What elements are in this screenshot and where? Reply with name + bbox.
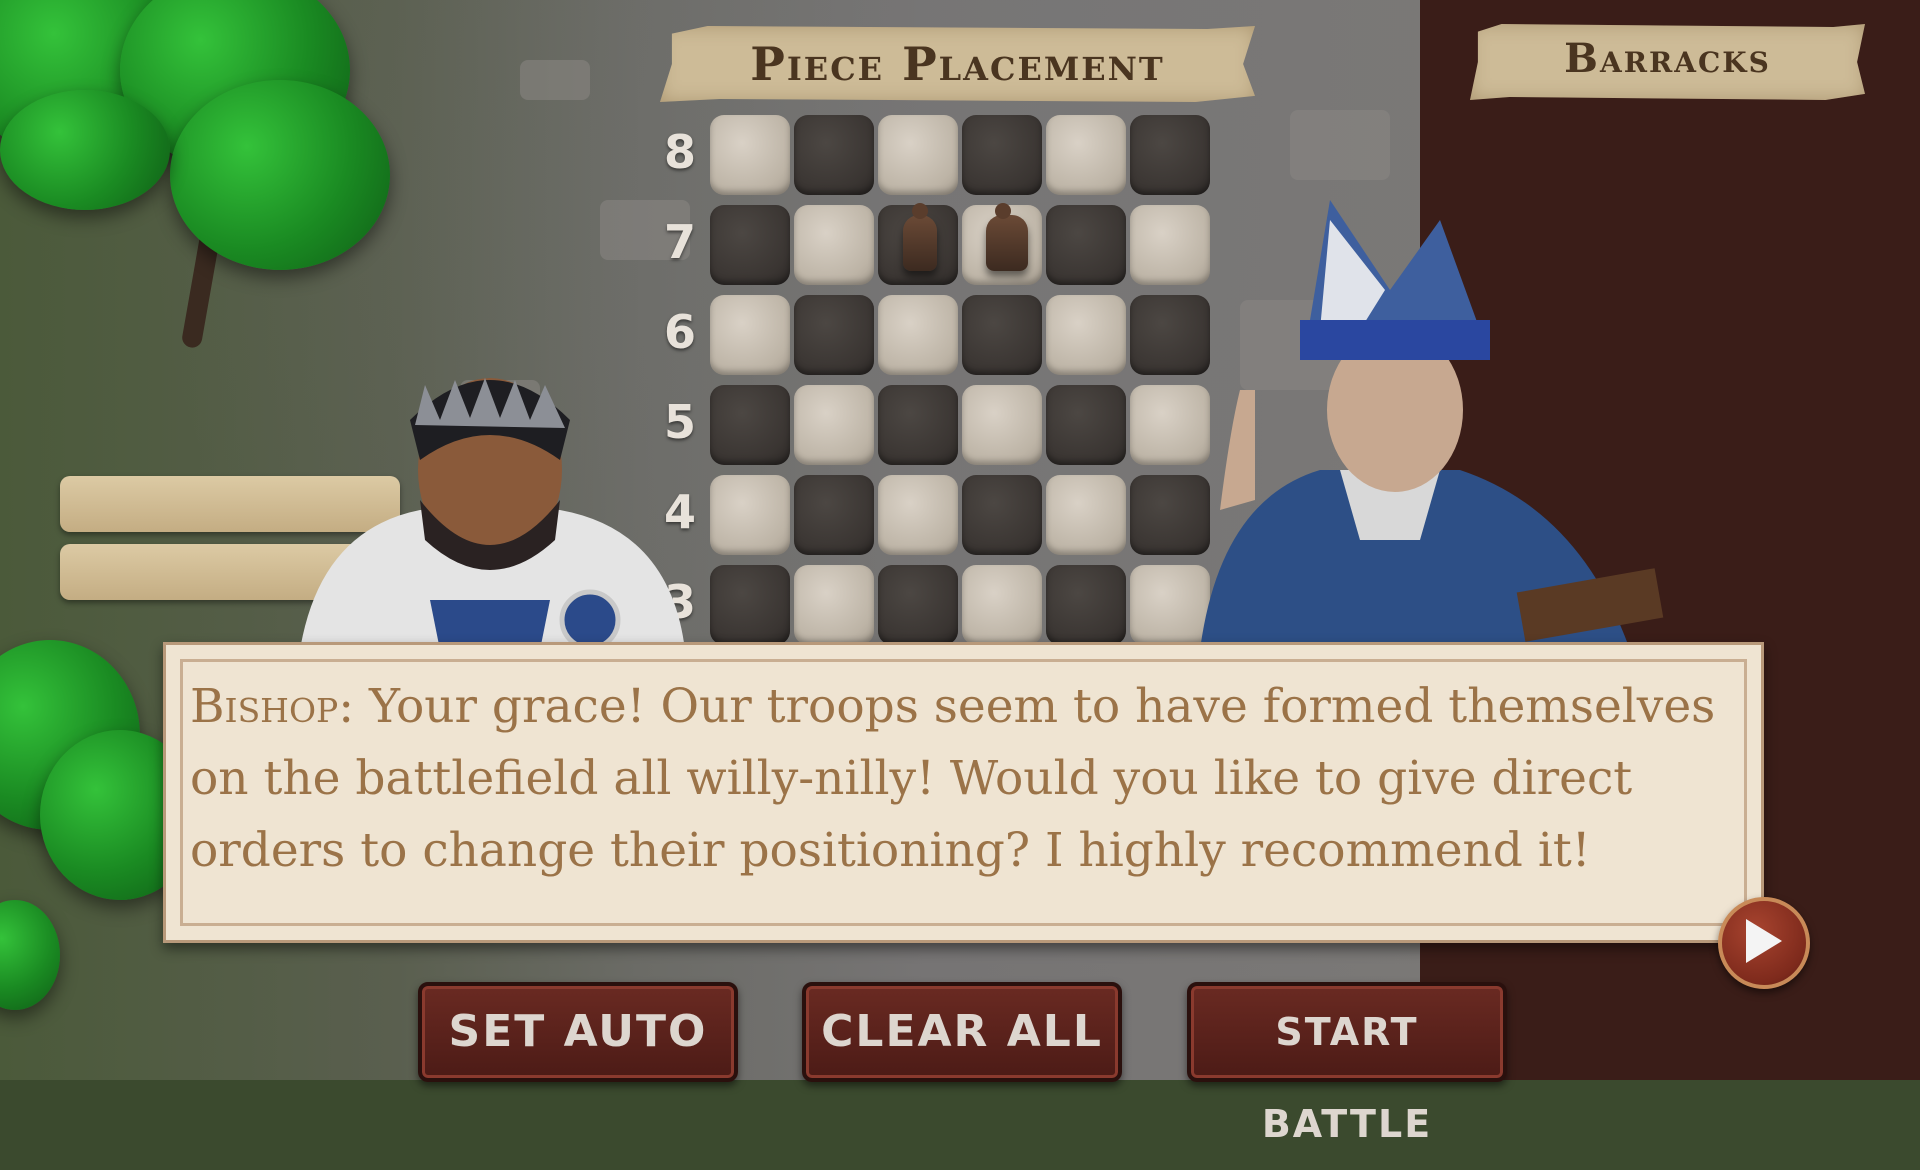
- bishop-portrait: [1200, 200, 1664, 650]
- enemy-pawn-piece[interactable]: [903, 203, 937, 271]
- board-square[interactable]: [710, 115, 790, 195]
- board-square[interactable]: [1046, 565, 1126, 645]
- board-square[interactable]: [1046, 295, 1126, 375]
- board-square[interactable]: [794, 385, 874, 465]
- next-dialog-button[interactable]: [1718, 897, 1810, 989]
- king-portrait: [300, 378, 685, 650]
- clear-all-button[interactable]: CLEAR ALL: [802, 982, 1122, 1082]
- board-square[interactable]: [794, 565, 874, 645]
- board-square[interactable]: [878, 295, 958, 375]
- board-square[interactable]: [878, 475, 958, 555]
- board-square[interactable]: [962, 385, 1042, 465]
- board-square[interactable]: [710, 565, 790, 645]
- rank-label-7: 7: [663, 215, 696, 269]
- set-auto-button[interactable]: SET AUTO: [418, 982, 738, 1082]
- dialog-speaker: Bishop:: [190, 679, 355, 734]
- page-title: Piece Placement: [660, 26, 1255, 102]
- board-square[interactable]: [1046, 385, 1126, 465]
- start-battle-button[interactable]: START BATTLE: [1187, 982, 1507, 1146]
- board-square[interactable]: [1046, 475, 1126, 555]
- rank-label-8: 8: [663, 125, 696, 179]
- board-square[interactable]: [710, 385, 790, 465]
- board-square[interactable]: [962, 115, 1042, 195]
- dialog-box: Bishop: Your grace! Our troops seem to h…: [163, 642, 1764, 943]
- board-square[interactable]: [710, 295, 790, 375]
- board-square[interactable]: [794, 475, 874, 555]
- board-square[interactable]: [710, 475, 790, 555]
- board-square[interactable]: [878, 115, 958, 195]
- dialog-message: Your grace! Our troops seem to have form…: [190, 679, 1716, 878]
- board-square[interactable]: [962, 475, 1042, 555]
- play-triangle-icon: [1746, 919, 1782, 963]
- board-square[interactable]: [962, 565, 1042, 645]
- board-square[interactable]: [794, 295, 874, 375]
- board-square[interactable]: [878, 565, 958, 645]
- board-square[interactable]: [794, 115, 874, 195]
- board-square[interactable]: [1046, 205, 1126, 285]
- dialog-text: Bishop: Your grace! Our troops seem to h…: [190, 671, 1741, 887]
- barracks-tab[interactable]: Barracks: [1470, 24, 1865, 100]
- board-square[interactable]: [878, 385, 958, 465]
- enemy-knight-piece[interactable]: [986, 203, 1028, 271]
- board-square[interactable]: [710, 205, 790, 285]
- board-square[interactable]: [1046, 115, 1126, 195]
- board-square[interactable]: [962, 295, 1042, 375]
- board-square[interactable]: [794, 205, 874, 285]
